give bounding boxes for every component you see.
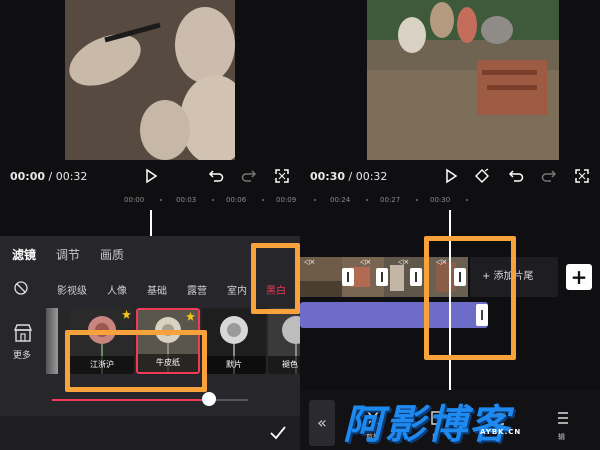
mute-icon: ◁× (398, 258, 410, 266)
mute-icon: ◁× (304, 258, 316, 266)
intensity-slider-fill (52, 399, 209, 401)
panel-footer (0, 416, 300, 450)
video-frame-hands (65, 0, 235, 160)
intensity-slider[interactable] (52, 399, 248, 401)
volume-icon[interactable] (556, 410, 570, 426)
timeline-ruler-right: 00:24 00:27 00:30 (300, 192, 600, 210)
category-indoor[interactable]: 室内 (227, 282, 247, 297)
add-clip-button[interactable]: + (566, 264, 592, 290)
mute-icon: ◁× (360, 258, 372, 266)
ruler-tick: 00:27 (380, 196, 401, 204)
watermark-logo: 阿影博客 (343, 402, 511, 448)
keyframe-icon[interactable] (474, 168, 490, 184)
highlight-filter-row (65, 330, 207, 392)
tab-filter[interactable]: 滤镜 (12, 246, 36, 263)
category-camping[interactable]: 露营 (187, 282, 207, 297)
vip-star-icon (122, 310, 131, 319)
more-filters-label[interactable]: 更多 (13, 348, 31, 361)
back-button[interactable]: « (309, 400, 335, 446)
clip-transition-handle[interactable] (342, 268, 354, 286)
filter-thumb-partial (46, 308, 58, 374)
filter-thumb-silent[interactable]: 默片 (202, 308, 266, 374)
fullscreen-icon[interactable] (274, 168, 290, 184)
undo-icon[interactable] (508, 168, 524, 184)
category-basic[interactable]: 基础 (147, 282, 167, 297)
time-total: 00:32 (55, 170, 88, 183)
fullscreen-icon[interactable] (574, 168, 590, 184)
filter-name: 褪色 (268, 356, 300, 374)
tab-adjust[interactable]: 调节 (56, 246, 80, 263)
redo-icon[interactable] (541, 168, 557, 184)
redo-icon[interactable] (241, 168, 257, 184)
ruler-tick: 00:30 (430, 196, 451, 204)
intensity-slider-knob[interactable] (201, 392, 216, 406)
play-icon[interactable] (443, 168, 459, 184)
watermark-domain: AYBK.CN (480, 428, 522, 436)
time-display: 00:30 / 00:32 (310, 170, 388, 183)
ruler-tick: 00:24 (330, 196, 351, 204)
confirm-check-icon[interactable] (269, 425, 287, 441)
clip-transition-handle[interactable] (376, 268, 388, 286)
store-icon[interactable] (13, 323, 33, 343)
video-preview-left (65, 0, 235, 160)
filter-thumb-faded[interactable]: 褪色 (268, 308, 300, 374)
time-current: 00:30 (310, 170, 346, 183)
video-preview-right (367, 0, 559, 160)
clip-transition-handle[interactable] (410, 268, 422, 286)
filter-name: 默片 (202, 356, 266, 374)
time-total: 00:32 (355, 170, 388, 183)
ruler-tick: 00:09 (276, 196, 297, 204)
ruler-tick: 00:03 (176, 196, 197, 204)
play-icon[interactable] (143, 168, 159, 184)
category-portrait[interactable]: 人像 (107, 282, 127, 297)
playhead-left[interactable] (150, 210, 152, 236)
tool-label: 辑 (558, 433, 565, 441)
undo-icon[interactable] (208, 168, 224, 184)
time-current: 00:00 (10, 170, 46, 183)
highlight-filter-end (424, 236, 516, 360)
video-frame-workers (367, 0, 559, 160)
vip-star-icon (186, 312, 195, 321)
tab-quality[interactable]: 画质 (100, 246, 124, 263)
highlight-bw-category (251, 243, 300, 314)
ruler-tick: 00:06 (226, 196, 247, 204)
playback-controls-right: 00:30 / 00:32 (300, 160, 600, 192)
playback-controls-left: 00:00 / 00:32 (0, 160, 300, 192)
time-display: 00:00 / 00:32 (10, 170, 88, 183)
category-film[interactable]: 影视级 (57, 282, 87, 297)
ruler-tick: 00:00 (124, 196, 145, 204)
timeline-ruler-left: 00:00 00:03 00:06 00:09 (0, 192, 300, 210)
